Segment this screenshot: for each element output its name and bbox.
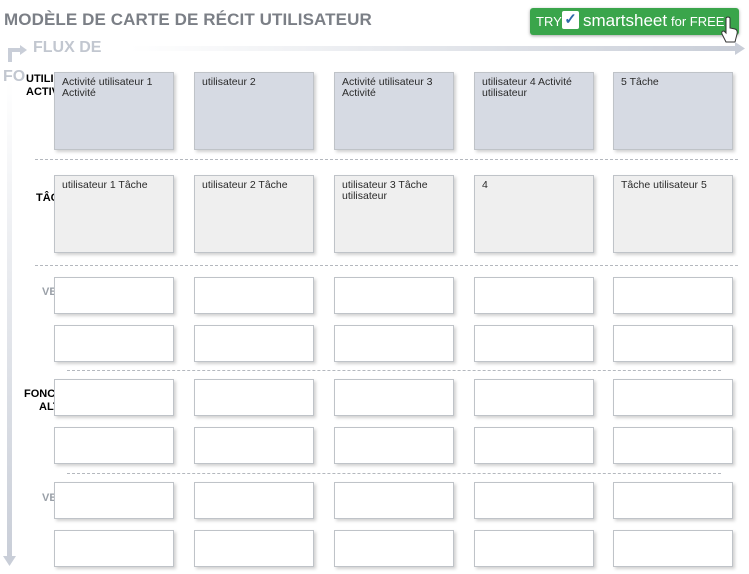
story-card[interactable] [474,325,594,362]
flow-label: FLUX DE [33,39,102,56]
vertical-flow-arrow [7,80,12,558]
story-card[interactable] [613,482,733,519]
story-card[interactable] [334,277,454,314]
story-card[interactable] [613,427,733,464]
story-card[interactable] [334,427,454,464]
story-card[interactable] [474,482,594,519]
story-card[interactable] [613,530,733,567]
story-card[interactable] [613,277,733,314]
story-card[interactable] [54,379,174,416]
story-card[interactable] [474,530,594,567]
story-card[interactable] [334,325,454,362]
task-card-2[interactable]: utilisateur 2 Tâche [194,175,314,253]
story-card[interactable] [613,379,733,416]
story-card[interactable] [194,482,314,519]
row-separator [67,473,721,474]
story-card[interactable] [194,379,314,416]
story-card[interactable] [54,530,174,567]
story-card[interactable] [334,530,454,567]
story-card[interactable] [474,379,594,416]
story-card[interactable] [54,482,174,519]
row-separator [35,265,738,266]
story-card[interactable] [194,427,314,464]
task-card-3[interactable]: utilisateur 3 Tâche utilisateur [334,175,454,253]
story-card[interactable] [194,325,314,362]
activity-card-2[interactable]: utilisateur 2 [194,72,314,150]
row-separator [35,159,738,160]
story-card[interactable] [54,277,174,314]
story-card[interactable] [334,482,454,519]
horizontal-flow-arrow [130,46,735,51]
activity-card-3[interactable]: Activité utilisateur 3 Activité [334,72,454,150]
story-card[interactable] [334,379,454,416]
task-card-4[interactable]: 4 [474,175,594,253]
story-card[interactable] [613,325,733,362]
story-card[interactable] [474,427,594,464]
story-card[interactable] [194,530,314,567]
row-separator [67,370,721,371]
story-card[interactable] [54,427,174,464]
story-card[interactable] [194,277,314,314]
activity-card-1[interactable]: Activité utilisateur 1 Activité [54,72,174,150]
task-card-1[interactable]: utilisateur 1 Tâche [54,175,174,253]
activity-card-5[interactable]: 5 Tâche [613,72,733,150]
story-card[interactable] [474,277,594,314]
flow-label-continued: FO [3,68,26,85]
task-card-5[interactable]: Tâche utilisateur 5 [613,175,733,253]
corner-arrow-icon [8,48,20,62]
activity-card-4[interactable]: utilisateur 4 Activité utilisateur [474,72,594,150]
story-card[interactable] [54,325,174,362]
